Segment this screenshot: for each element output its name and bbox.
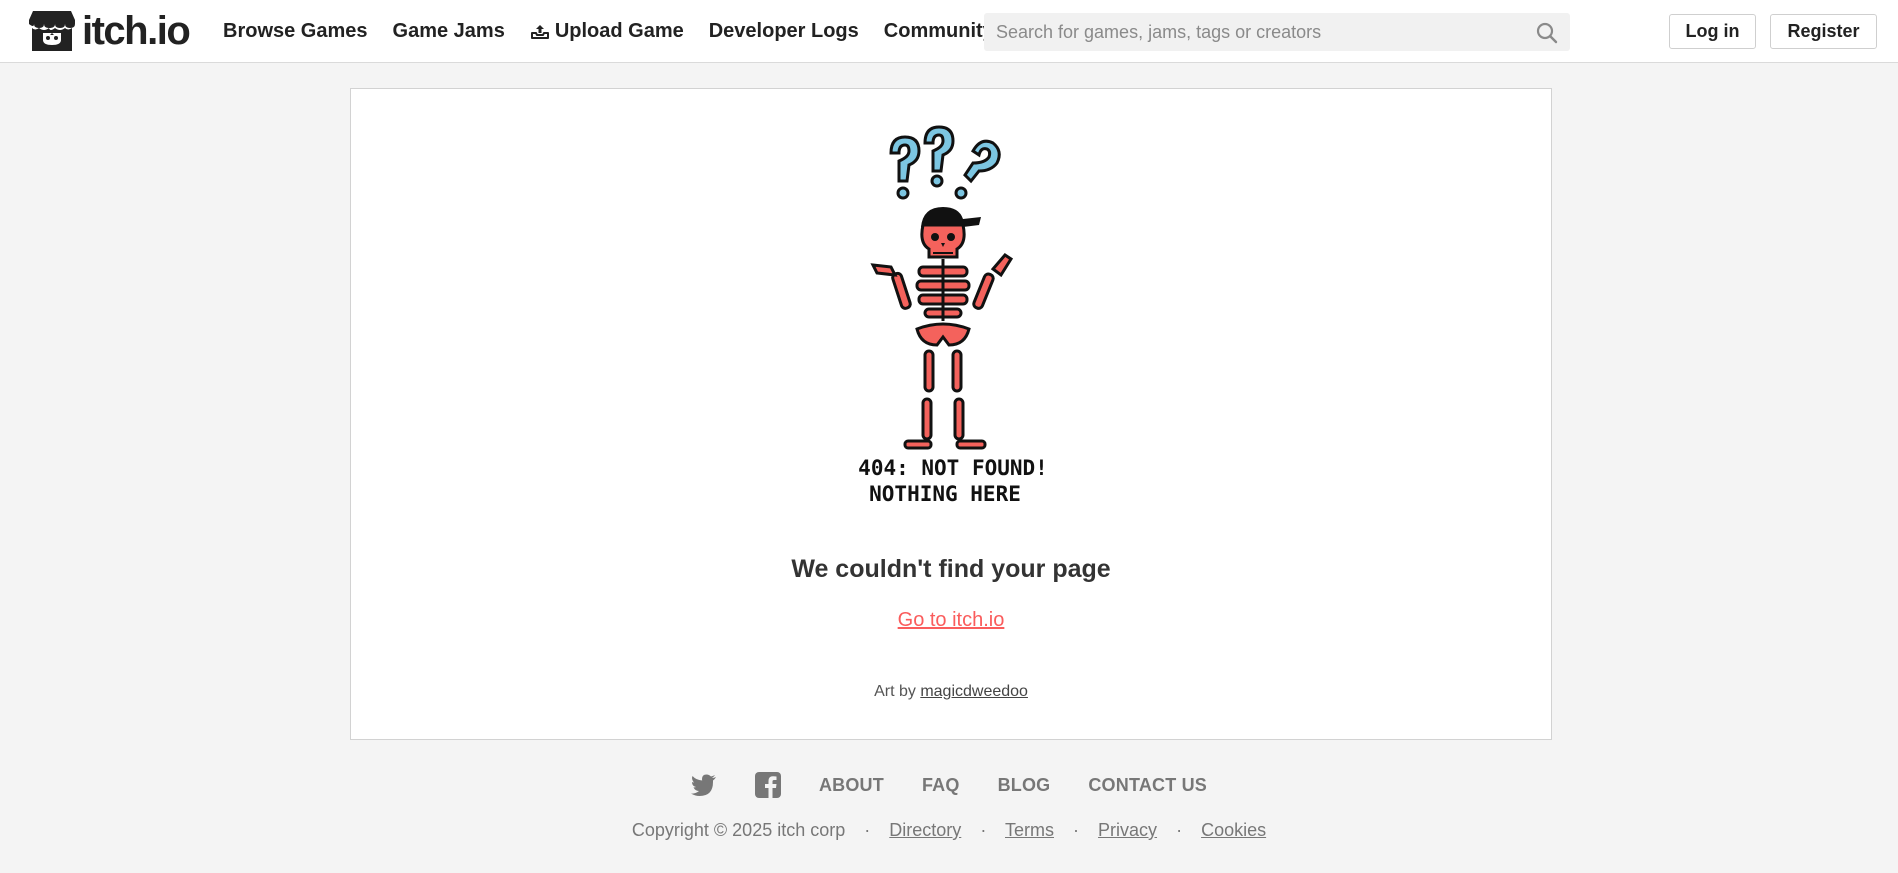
separator: · (1176, 820, 1183, 840)
nav-browse-games[interactable]: Browse Games (223, 20, 368, 43)
question-marks-icon (889, 125, 1001, 200)
page-title: We couldn't find your page (791, 555, 1111, 583)
nav-label: Community (883, 20, 994, 42)
nav-label: Game Jams (392, 20, 505, 42)
nav-game-jams[interactable]: Game Jams (393, 20, 505, 43)
footer-link-cookies[interactable]: Cookies (1201, 820, 1266, 840)
illustration-text-line1: 404: NOT FOUND! (858, 456, 1048, 480)
footer-link-privacy[interactable]: Privacy (1098, 820, 1157, 840)
facebook-icon[interactable] (754, 772, 781, 798)
footer-link-faq[interactable]: FAQ (922, 775, 960, 796)
nav-label: Upload Game (554, 20, 684, 42)
go-to-itchio-link[interactable]: Go to itch.io (898, 609, 1005, 631)
not-found-card: 404: NOT FOUND! NOTHING HERE We couldn't… (350, 88, 1552, 740)
search-box (984, 13, 1570, 51)
illustration-text-line2: NOTHING HERE (869, 482, 1021, 506)
nav-label: Developer Logs (708, 20, 859, 42)
credit-prefix: Art by (874, 683, 916, 700)
nav-developer-logs[interactable]: Developer Logs (709, 20, 859, 43)
register-button[interactable]: Register (1770, 14, 1877, 49)
separator: · (980, 820, 987, 840)
search-icon[interactable] (1536, 22, 1558, 44)
footer-bottom: Copyright © 2025 itch corp · Directory ·… (0, 820, 1898, 841)
upload-icon (530, 24, 549, 39)
footer-link-blog[interactable]: BLOG (998, 775, 1051, 796)
footer-link-contact-us[interactable]: CONTACT US (1088, 775, 1207, 796)
footer-link-directory[interactable]: Directory (889, 820, 961, 840)
itchio-logo[interactable]: itch.io (28, 9, 191, 53)
nav-community[interactable]: Community (884, 20, 994, 43)
search-input[interactable] (984, 13, 1524, 51)
copyright-text: Copyright © 2025 itch corp (631, 820, 846, 840)
logo-text: itch.io (82, 9, 191, 53)
skeleton-404-illustration: 404: NOT FOUND! NOTHING HERE (858, 125, 1048, 506)
twitter-icon[interactable] (690, 774, 717, 796)
footer-links: ABOUT FAQ BLOG CONTACT US (0, 768, 1898, 802)
itchio-storefront-icon (29, 11, 75, 51)
separator: · (1073, 820, 1080, 840)
login-button[interactable]: Log in (1669, 14, 1756, 49)
art-credit: Art by magicdweedoo (351, 683, 1551, 701)
separator: · (864, 820, 871, 840)
footer-link-about[interactable]: ABOUT (819, 775, 884, 796)
site-header: itch.io Browse Games Game Jams Upload Ga… (0, 0, 1898, 63)
nav-label: Browse Games (223, 20, 368, 42)
home-link-wrapper: Go to itch.io (351, 609, 1551, 632)
nav-upload-game[interactable]: Upload Game (530, 20, 684, 43)
main-nav: Browse Games Game Jams Upload Game Devel… (223, 0, 994, 63)
footer-link-terms[interactable]: Terms (1005, 820, 1054, 840)
credit-author-link[interactable]: magicdweedoo (920, 683, 1028, 700)
